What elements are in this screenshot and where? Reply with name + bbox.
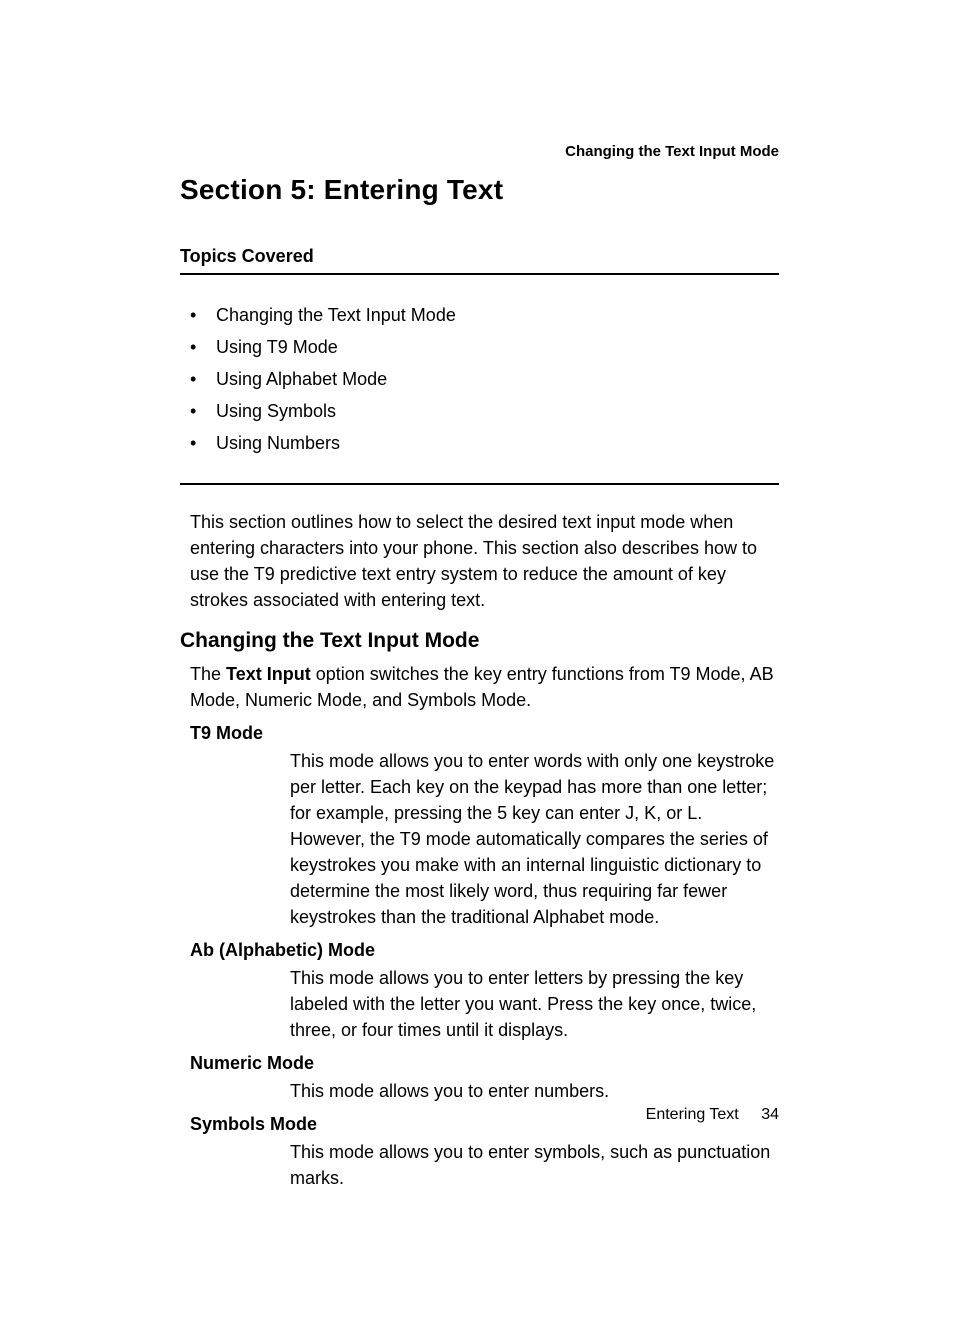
topics-list: Changing the Text Input Mode Using T9 Mo… xyxy=(190,299,779,459)
mode-body-ab: This mode allows you to enter letters by… xyxy=(290,965,779,1043)
list-item: Using T9 Mode xyxy=(190,331,779,363)
subsection-heading: Changing the Text Input Mode xyxy=(180,629,779,653)
mode-body-numeric: This mode allows you to enter numbers. xyxy=(290,1078,779,1104)
running-head: Changing the Text Input Mode xyxy=(565,143,779,160)
horizontal-rule xyxy=(180,273,779,275)
mode-body-t9: This mode allows you to enter words with… xyxy=(290,748,779,930)
list-item: Changing the Text Input Mode xyxy=(190,299,779,331)
section-title: Section 5: Entering Text xyxy=(180,174,779,206)
page-number: 34 xyxy=(761,1106,779,1123)
mode-heading-t9: T9 Mode xyxy=(190,723,779,744)
mode-heading-ab: Ab (Alphabetic) Mode xyxy=(190,940,779,961)
mode-heading-numeric: Numeric Mode xyxy=(190,1053,779,1074)
text-bold: Text Input xyxy=(226,664,311,684)
section-intro: This section outlines how to select the … xyxy=(190,509,779,613)
topics-covered-heading: Topics Covered xyxy=(180,246,779,267)
list-item: Using Alphabet Mode xyxy=(190,363,779,395)
document-page: Changing the Text Input Mode Section 5: … xyxy=(0,0,954,1319)
page-footer: Entering Text 34 xyxy=(646,1106,779,1124)
list-item: Using Numbers xyxy=(190,427,779,459)
text-run: The xyxy=(190,664,226,684)
mode-body-symbols: This mode allows you to enter symbols, s… xyxy=(290,1139,779,1191)
subsection-body: The Text Input option switches the key e… xyxy=(190,661,779,713)
list-item: Using Symbols xyxy=(190,395,779,427)
horizontal-rule xyxy=(180,483,779,485)
footer-section-name: Entering Text xyxy=(646,1106,739,1123)
